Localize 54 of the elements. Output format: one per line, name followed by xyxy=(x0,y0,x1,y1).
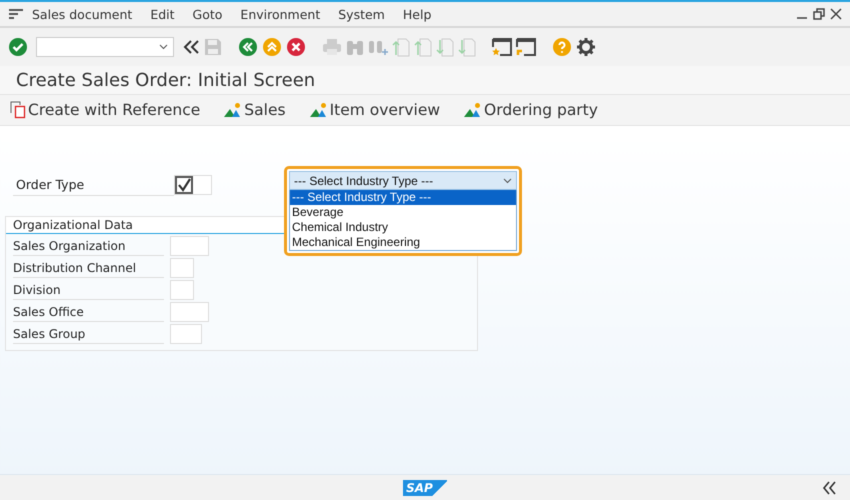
double-chevron-icon[interactable] xyxy=(822,480,838,494)
page-up-icon[interactable] xyxy=(392,37,410,57)
toolbar-button[interactable]: Ordering party xyxy=(464,101,598,119)
field-label: Distribution Channel xyxy=(13,258,164,278)
checkbox[interactable] xyxy=(175,176,193,194)
dropdown-option[interactable]: Mechanical Engineering xyxy=(290,235,516,250)
page-down-icon[interactable] xyxy=(458,37,476,57)
menu-item[interactable]: Sales document xyxy=(32,6,132,22)
input-field[interactable] xyxy=(170,258,194,278)
menu-icon[interactable] xyxy=(8,8,24,20)
restore-icon[interactable] xyxy=(813,8,825,20)
logo: SAP xyxy=(403,480,447,496)
input-field[interactable] xyxy=(170,236,209,256)
check-icon[interactable] xyxy=(8,37,28,57)
page-down-icon[interactable] xyxy=(436,37,454,57)
menu-item[interactable]: System xyxy=(338,6,385,22)
exit-icon[interactable] xyxy=(262,37,282,57)
gear-icon[interactable] xyxy=(576,37,596,57)
menu-item[interactable]: Edit xyxy=(150,6,175,22)
new-window-icon[interactable] xyxy=(492,37,512,57)
menu-item[interactable]: Help xyxy=(402,6,432,22)
command-field[interactable] xyxy=(36,37,174,57)
binoculars-icon[interactable] xyxy=(346,38,364,56)
menu-item[interactable]: Environment xyxy=(240,6,320,22)
dropdown-option[interactable]: Chemical Industry xyxy=(290,220,516,235)
caret-icon xyxy=(503,178,512,184)
cancel-icon[interactable] xyxy=(286,37,306,57)
dropdown-option[interactable]: Beverage xyxy=(290,205,516,220)
input-field[interactable] xyxy=(170,302,209,322)
double-chevron-icon[interactable] xyxy=(182,39,200,55)
screen-title: Create Sales Order: Initial Screen xyxy=(16,70,316,90)
shortcut-window-icon[interactable] xyxy=(516,37,536,57)
menu-item[interactable]: Goto xyxy=(192,6,222,22)
back-icon[interactable] xyxy=(238,37,258,57)
group-title: Organizational Data xyxy=(13,218,133,232)
close-icon[interactable] xyxy=(830,8,842,20)
copy-document-icon xyxy=(10,101,26,119)
caret-icon xyxy=(159,44,168,50)
field-label: Sales Office xyxy=(13,302,164,322)
print-icon[interactable] xyxy=(322,38,342,56)
toolbar-button[interactable]: Item overview xyxy=(310,101,440,119)
page-up-icon[interactable] xyxy=(414,37,432,57)
checkmark-icon xyxy=(177,178,191,192)
order-type-field[interactable] xyxy=(174,175,212,195)
binoculars-plus-icon[interactable] xyxy=(368,38,388,56)
input-field[interactable] xyxy=(170,324,202,344)
toolbar-button[interactable]: Create with Reference xyxy=(10,101,200,119)
input-field[interactable] xyxy=(170,280,194,300)
toolbar-button[interactable]: Sales xyxy=(224,101,286,119)
dropdown-option[interactable]: --- Select Industry Type --- xyxy=(290,190,516,205)
field-label: Division xyxy=(13,280,164,300)
industry-select[interactable]: --- Select Industry Type --- xyxy=(289,171,517,190)
field-label: Sales Group xyxy=(13,324,164,344)
field-label: Sales Organization xyxy=(13,236,164,256)
